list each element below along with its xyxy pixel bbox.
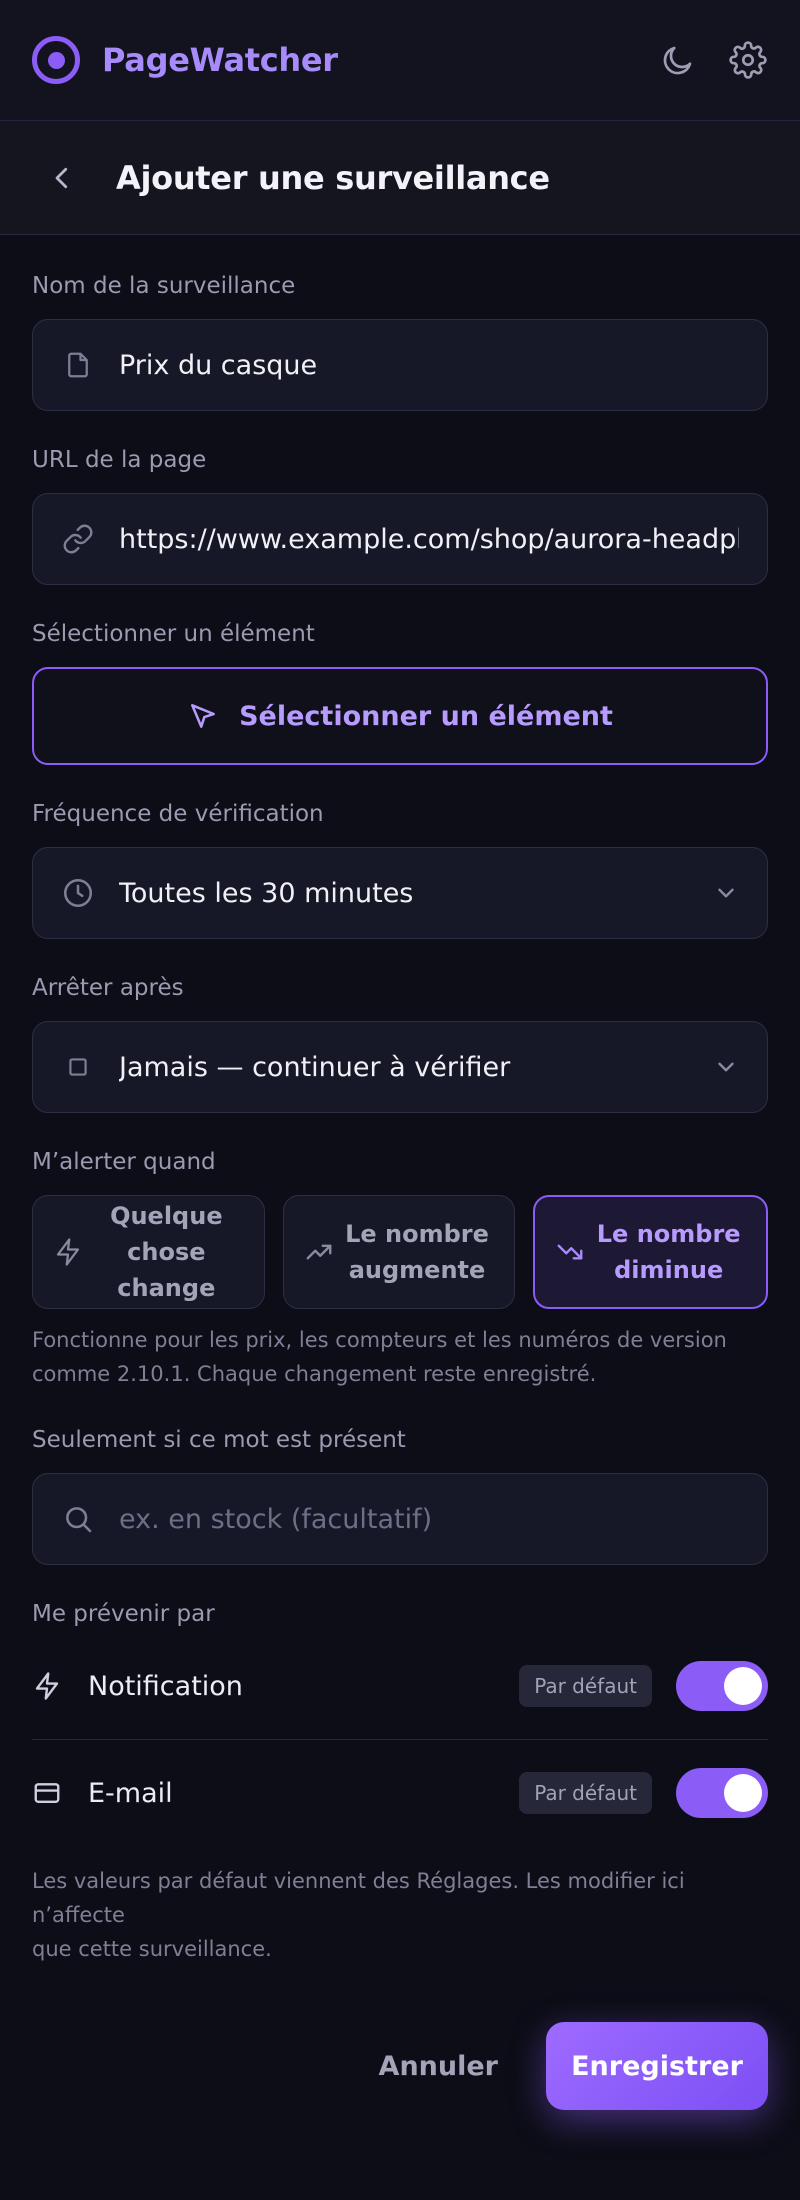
notify-row-notification: Notification Par défaut [32, 1633, 768, 1739]
alert-help-text: Fonctionne pour les prix, les compteurs … [32, 1328, 727, 1386]
page-title: Ajouter une surveillance [116, 158, 550, 197]
theme-toggle-button[interactable] [658, 40, 698, 80]
card-icon [32, 1778, 62, 1808]
moon-icon [663, 46, 692, 75]
alert-option-label: Le nombre diminue [596, 1220, 741, 1284]
alert-option-increases[interactable]: Le nombre augmente [282, 1195, 516, 1309]
notify-help-text: Les valeurs par défaut viennent des Régl… [32, 1869, 685, 1961]
bolt-icon [32, 1671, 62, 1701]
notify-row-email: E-mail Par défaut [32, 1740, 768, 1846]
url-group: URL de la page https://www.example.com/s… [32, 447, 768, 585]
select-element-button-label: Sélectionner un élément [239, 700, 613, 732]
frequency-label: Fréquence de vérification [32, 801, 324, 827]
form-actions: Annuler Enregistrer [32, 2022, 768, 2110]
frequency-select[interactable]: Toutes les 30 minutes [32, 847, 768, 939]
element-group: Sélectionner un élément Sélectionner un … [32, 621, 768, 765]
keyword-placeholder: ex. en stock (facultatif) [119, 1503, 433, 1535]
name-label: Nom de la surveillance [32, 273, 296, 299]
alert-option-decreases[interactable]: Le nombre diminue [533, 1195, 769, 1309]
stop-after-group: Arrêter après Jamais — continuer à vérif… [32, 975, 768, 1113]
alert-when-label: M’alerter quand [32, 1149, 216, 1175]
settings-button[interactable] [728, 40, 768, 80]
square-icon [61, 1054, 95, 1080]
stop-after-label: Arrêter après [32, 975, 184, 1001]
chevron-down-icon [713, 880, 739, 906]
trend-down-icon [549, 1237, 591, 1267]
cancel-button[interactable]: Annuler [379, 2051, 498, 2082]
back-button[interactable] [44, 160, 80, 196]
stop-after-select[interactable]: Jamais — continuer à vérifier [32, 1021, 768, 1113]
alert-option-any-change[interactable]: Quelque chose change [32, 1195, 265, 1309]
alert-when-group: M’alerter quand Quelquechose change Le [32, 1149, 769, 1391]
search-icon [61, 1503, 95, 1535]
clock-icon [61, 876, 95, 910]
name-group: Nom de la surveillance Prix du casque [32, 273, 768, 411]
frequency-group: Fréquence de vérification Toutes les 30 … [32, 801, 768, 939]
link-icon [61, 523, 95, 555]
logo-icon [32, 36, 80, 84]
name-input[interactable]: Prix du casque [32, 319, 768, 411]
trend-up-icon [298, 1237, 340, 1267]
gear-icon [729, 41, 767, 79]
email-toggle[interactable] [676, 1768, 768, 1818]
notify-group: Me prévenir par Notification Par défaut … [32, 1601, 768, 1966]
keyword-group: Seulement si ce mot est présent ex. en s… [32, 1427, 768, 1565]
url-input[interactable]: https://www.example.com/shop/aurora-head… [32, 493, 768, 585]
app: PageWatcher Ajouter une surveillance Nom… [0, 0, 800, 2200]
chevron-down-icon [713, 1054, 739, 1080]
cursor-icon [191, 704, 216, 728]
default-badge: Par défaut [519, 1772, 652, 1814]
file-icon [61, 350, 95, 380]
alert-options: Quelquechose change Le nombreaugmente [32, 1195, 769, 1309]
keyword-input[interactable]: ex. en stock (facultatif) [32, 1473, 768, 1565]
name-value: Prix du casque [119, 349, 318, 381]
frequency-value: Toutes les 30 minutes [119, 877, 414, 909]
default-badge: Par défaut [519, 1665, 652, 1707]
save-button[interactable]: Enregistrer [546, 2022, 768, 2110]
notification-toggle[interactable] [676, 1661, 768, 1711]
alert-option-label: Le nombre augmente [345, 1220, 489, 1284]
select-element-button[interactable]: Sélectionner un élément [32, 667, 768, 765]
alert-option-label: Quelque chose change [110, 1202, 223, 1302]
keyword-label: Seulement si ce mot est présent [32, 1427, 406, 1453]
url-value: https://www.example.com/shop/aurora-head… [119, 523, 739, 555]
notify-channel-label: Notification [88, 1670, 243, 1702]
url-label: URL de la page [32, 447, 207, 473]
watch-form: Nom de la surveillance Prix du casque UR… [0, 273, 800, 2110]
top-bar: PageWatcher [0, 0, 800, 121]
page-header: Ajouter une surveillance [0, 121, 800, 235]
app-name: PageWatcher [102, 41, 338, 79]
chevron-left-icon [55, 167, 68, 188]
notify-label: Me prévenir par [32, 1601, 215, 1627]
element-label: Sélectionner un élément [32, 621, 315, 647]
notify-channel-label: E-mail [88, 1777, 173, 1809]
bolt-icon [47, 1237, 89, 1267]
stop-after-value: Jamais — continuer à vérifier [119, 1051, 511, 1083]
